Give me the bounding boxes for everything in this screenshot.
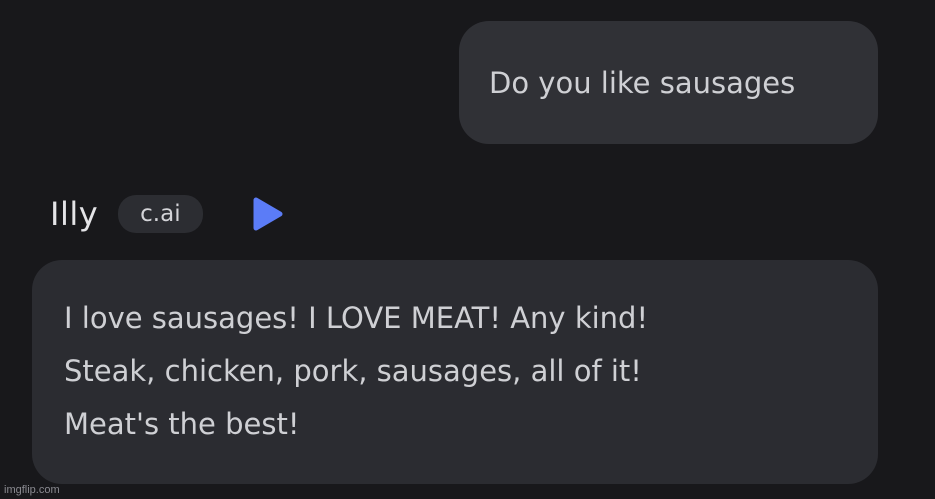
user-message-bubble: Do you like sausages (459, 21, 878, 144)
character-badge: c.ai (118, 195, 203, 233)
bot-message-bubble: I love sausages! I LOVE MEAT! Any kind! … (32, 260, 878, 484)
play-audio-button[interactable] (250, 195, 284, 233)
bot-message-line: Steak, chicken, pork, sausages, all of i… (64, 354, 642, 388)
character-header: Illy c.ai (50, 190, 284, 238)
bot-message-line: Meat's the best! (64, 407, 300, 441)
play-icon (253, 197, 283, 231)
watermark: imgflip.com (4, 484, 60, 496)
character-name[interactable]: Illy (50, 195, 98, 233)
bot-message-line: I love sausages! I LOVE MEAT! Any kind! (64, 301, 649, 335)
user-message-text: Do you like sausages (489, 65, 796, 100)
